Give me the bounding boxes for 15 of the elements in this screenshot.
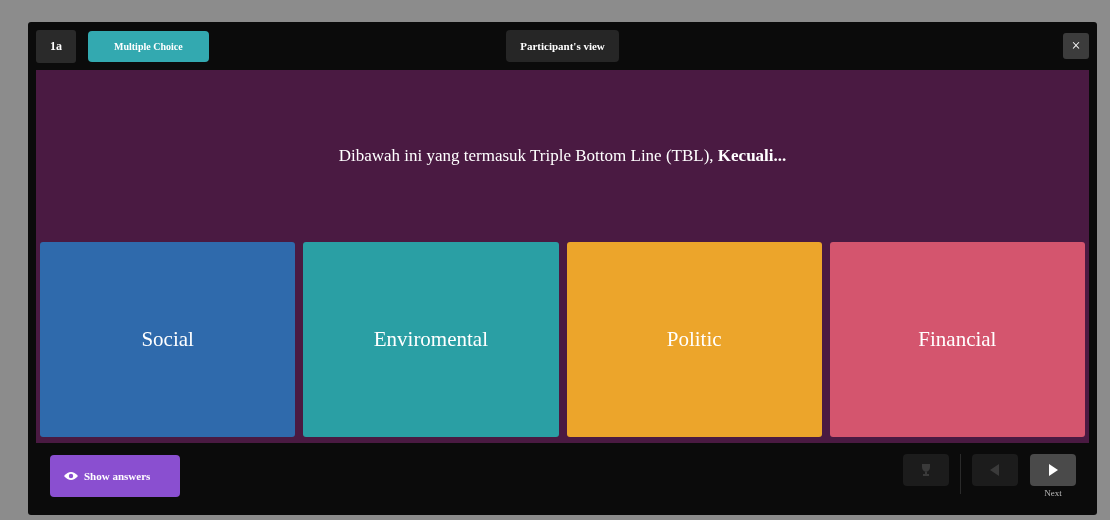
eye-icon	[64, 471, 78, 481]
trophy-icon	[921, 464, 931, 476]
next-button[interactable]	[1030, 454, 1076, 486]
answer-option[interactable]: Enviromental	[303, 242, 559, 437]
answer-option[interactable]: Financial	[829, 242, 1085, 437]
previous-icon	[990, 464, 1000, 476]
nav-label: Next	[1044, 488, 1062, 498]
question-number: 1a	[36, 29, 76, 63]
answer-option[interactable]: Social	[40, 242, 296, 437]
participant-view-button[interactable]: Participant's view	[506, 30, 619, 62]
question-text: Dibawah ini yang termasuk Triple Bottom Line (TBL), Kecuali...	[337, 145, 788, 167]
close-button[interactable]: ×	[1063, 33, 1089, 59]
show-answers-button[interactable]: Show answers	[50, 455, 181, 497]
next-icon	[1048, 464, 1058, 476]
question-type-badge: Multiple Choice	[88, 30, 209, 62]
